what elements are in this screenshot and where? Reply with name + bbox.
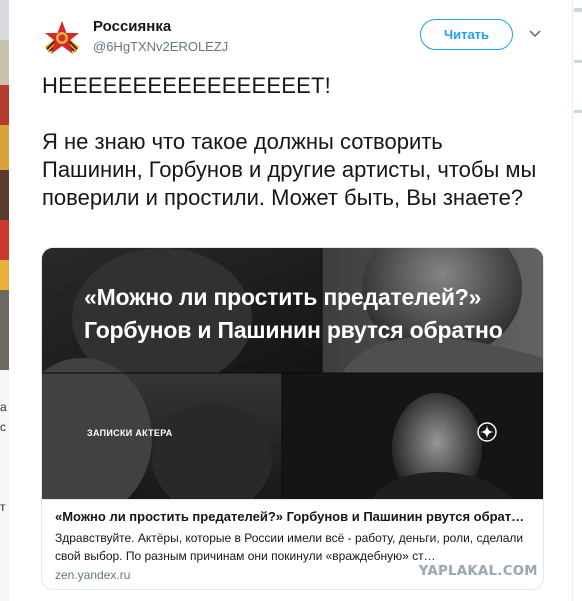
avatar[interactable] [39,17,85,63]
background-char: т [0,500,6,514]
card-image[interactable]: «Можно ли простить предателей?» Горбунов… [42,248,543,499]
background-page-left-strip: а с т [0,0,9,601]
zen-star-icon [477,422,497,442]
tweet-text: НЕЕЕЕЕЕЕЕЕЕЕЕЕЕЕЕЕТ! Я не знаю что такое… [42,72,547,212]
background-page-right-strip [572,0,582,601]
link-card[interactable]: «Можно ли простить предателей?» Горбунов… [41,247,544,590]
card-domain: zen.yandex.ru [55,568,131,582]
chevron-down-icon[interactable] [528,29,542,39]
tweet-text-line: НЕЕЕЕЕЕЕЕЕЕЕЕЕЕЕЕЕТ! [42,73,331,98]
display-name[interactable]: Россиянка [93,18,171,35]
follow-button[interactable]: Читать [420,19,513,50]
watermark: YAPLAKAL.COM [419,564,538,579]
card-image-headline: «Можно ли простить предателей?» Горбунов… [84,284,503,343]
card-description: Здравствуйте. Актёры, которые в России и… [55,531,524,563]
tweet: Россиянка @6HgTXNv2EROLEZJ Читать НЕЕЕЕЕ… [9,0,572,601]
background-char: а [0,400,7,414]
background-char: с [0,420,6,434]
tweet-text-line: Я не знаю что такое должны сотворить Паш… [42,129,537,210]
card-image-tag: ЗАПИСКИ АКТЕРА [87,428,173,438]
user-handle[interactable]: @6HgTXNv2EROLEZJ [93,39,228,54]
page: а с т Россиянка @6HgTXNv2EROLEZJ Читать … [0,0,582,601]
ribbon-star-avatar-icon [39,17,85,63]
card-title[interactable]: «Можно ли простить предателей?» Горбунов… [55,509,533,524]
